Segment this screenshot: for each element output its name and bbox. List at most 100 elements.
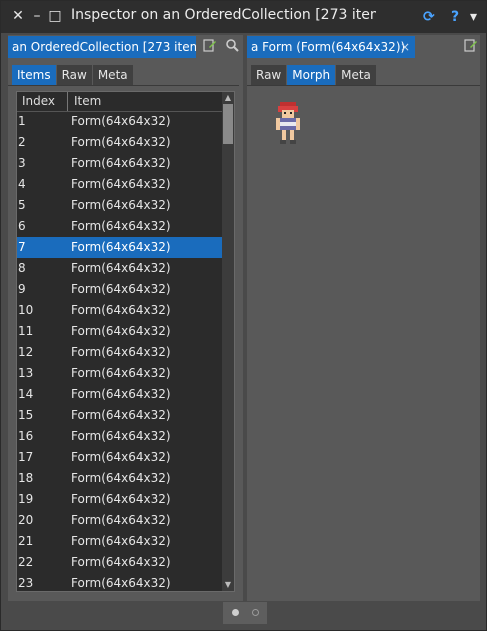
close-icon[interactable]: ✕ <box>11 8 25 24</box>
minimize-icon[interactable]: – <box>30 8 44 24</box>
refresh-icon[interactable]: ⟳ <box>423 9 435 25</box>
row-index: 9 <box>18 282 26 296</box>
row-index: 6 <box>18 219 26 233</box>
row-item: Form(64x64x32) <box>71 303 171 317</box>
table-row[interactable]: 6 Form(64x64x32) <box>17 216 222 237</box>
table-row[interactable]: 7 Form(64x64x32) <box>17 237 222 258</box>
table-row[interactable]: 22 Form(64x64x32) <box>17 552 222 573</box>
table-row[interactable]: 1 Form(64x64x32) <box>17 111 222 132</box>
table-row[interactable]: 17 Form(64x64x32) <box>17 447 222 468</box>
table-row[interactable]: 3 Form(64x64x32) <box>17 153 222 174</box>
row-item: Form(64x64x32) <box>71 261 171 275</box>
help-icon[interactable]: ? <box>451 9 459 25</box>
table-row[interactable]: 20 Form(64x64x32) <box>17 510 222 531</box>
row-index: 10 <box>18 303 34 317</box>
table-row[interactable]: 8 Form(64x64x32) <box>17 258 222 279</box>
left-tab-items[interactable]: Items <box>12 65 56 86</box>
row-item: Form(64x64x32) <box>71 198 171 212</box>
table-row[interactable]: 18 Form(64x64x32) <box>17 468 222 489</box>
right-tab-morph[interactable]: Morph <box>287 65 336 86</box>
scroll-down-icon[interactable]: ▼ <box>223 580 233 590</box>
column-item[interactable]: Item <box>69 92 222 111</box>
row-item: Form(64x64x32) <box>71 114 171 128</box>
table-row[interactable]: 5 Form(64x64x32) <box>17 195 222 216</box>
right-subtabs: Raw Morph Meta <box>251 64 377 86</box>
menu-icon[interactable]: ▾ <box>470 9 477 25</box>
row-item: Form(64x64x32) <box>71 366 171 380</box>
close-tab-icon[interactable]: × <box>400 36 410 58</box>
row-item: Form(64x64x32) <box>71 429 171 443</box>
items-table: Index Item 1 Form(64x64x32) 2 Form(64x64x32… <box>16 91 235 592</box>
row-item: Form(64x64x32) <box>71 177 171 191</box>
row-index: 22 <box>18 555 34 569</box>
row-index: 4 <box>18 177 26 191</box>
row-item: Form(64x64x32) <box>71 534 171 548</box>
vertical-scrollbar[interactable]: ▲ ▼ <box>222 92 234 591</box>
row-item: Form(64x64x32) <box>71 156 171 170</box>
row-index: 5 <box>18 198 26 212</box>
table-row[interactable]: 16 Form(64x64x32) <box>17 426 222 447</box>
row-index: 21 <box>18 534 34 548</box>
title-bar[interactable]: ✕ – □ Inspector on an OrderedCollection … <box>1 1 486 33</box>
page-dot-active-icon[interactable] <box>232 609 239 616</box>
scroll-up-icon[interactable]: ▲ <box>223 93 233 103</box>
table-row[interactable]: 13 Form(64x64x32) <box>17 363 222 384</box>
edit-icon[interactable] <box>202 38 218 54</box>
left-pane-tab[interactable]: an OrderedCollection [273 item... <box>8 36 196 58</box>
table-row[interactable]: 10 Form(64x64x32) <box>17 300 222 321</box>
maximize-icon[interactable]: □ <box>48 8 62 24</box>
page-dot-icon[interactable] <box>252 609 259 616</box>
row-item: Form(64x64x32) <box>71 450 171 464</box>
column-index[interactable]: Index <box>17 92 68 111</box>
table-rows: 1 Form(64x64x32) 2 Form(64x64x32) 3 Form(64x6… <box>17 111 222 591</box>
row-index: 3 <box>18 156 26 170</box>
inspector-window: ✕ – □ Inspector on an OrderedCollection … <box>0 0 487 631</box>
row-item: Form(64x64x32) <box>71 219 171 233</box>
table-row[interactable]: 12 Form(64x64x32) <box>17 342 222 363</box>
table-row[interactable]: 21 Form(64x64x32) <box>17 531 222 552</box>
table-row[interactable]: 14 Form(64x64x32) <box>17 384 222 405</box>
right-pane: a Form (Form(64x64x32)) × Raw Morph Meta <box>247 35 480 601</box>
left-subtabs: Items Raw Meta <box>12 64 134 86</box>
row-index: 18 <box>18 471 34 485</box>
search-icon[interactable] <box>224 38 240 54</box>
table-header: Index Item <box>17 92 222 112</box>
row-item: Form(64x64x32) <box>71 282 171 296</box>
scroll-thumb[interactable] <box>223 104 233 144</box>
row-item: Form(64x64x32) <box>71 576 171 590</box>
left-tab-meta[interactable]: Meta <box>92 65 133 86</box>
row-item: Form(64x64x32) <box>71 240 171 254</box>
table-row[interactable]: 2 Form(64x64x32) <box>17 132 222 153</box>
right-tab-meta[interactable]: Meta <box>336 65 376 86</box>
row-index: 7 <box>18 240 26 254</box>
row-index: 12 <box>18 345 34 359</box>
divider <box>247 85 480 86</box>
row-item: Form(64x64x32) <box>71 345 171 359</box>
table-row[interactable]: 23 Form(64x64x32) <box>17 573 222 591</box>
right-tab-raw[interactable]: Raw <box>251 65 287 86</box>
edit-icon[interactable] <box>463 38 479 54</box>
row-index: 15 <box>18 408 34 422</box>
row-item: Form(64x64x32) <box>71 513 171 527</box>
table-row[interactable]: 4 Form(64x64x32) <box>17 174 222 195</box>
row-index: 1 <box>18 114 26 128</box>
left-tab-raw[interactable]: Raw <box>56 65 92 86</box>
row-index: 20 <box>18 513 34 527</box>
table-row[interactable]: 11 Form(64x64x32) <box>17 321 222 342</box>
table-row[interactable]: 19 Form(64x64x32) <box>17 489 222 510</box>
sprite-image <box>276 102 300 144</box>
row-index: 23 <box>18 576 34 590</box>
row-item: Form(64x64x32) <box>71 135 171 149</box>
row-index: 16 <box>18 429 34 443</box>
row-index: 8 <box>18 261 26 275</box>
row-item: Form(64x64x32) <box>71 555 171 569</box>
right-pane-tab[interactable]: a Form (Form(64x64x32)) × <box>247 36 415 58</box>
pager[interactable] <box>223 602 267 624</box>
table-row[interactable]: 9 Form(64x64x32) <box>17 279 222 300</box>
divider <box>8 85 239 86</box>
row-item: Form(64x64x32) <box>71 387 171 401</box>
row-index: 17 <box>18 450 34 464</box>
table-row[interactable]: 15 Form(64x64x32) <box>17 405 222 426</box>
row-item: Form(64x64x32) <box>71 492 171 506</box>
row-item: Form(64x64x32) <box>71 324 171 338</box>
